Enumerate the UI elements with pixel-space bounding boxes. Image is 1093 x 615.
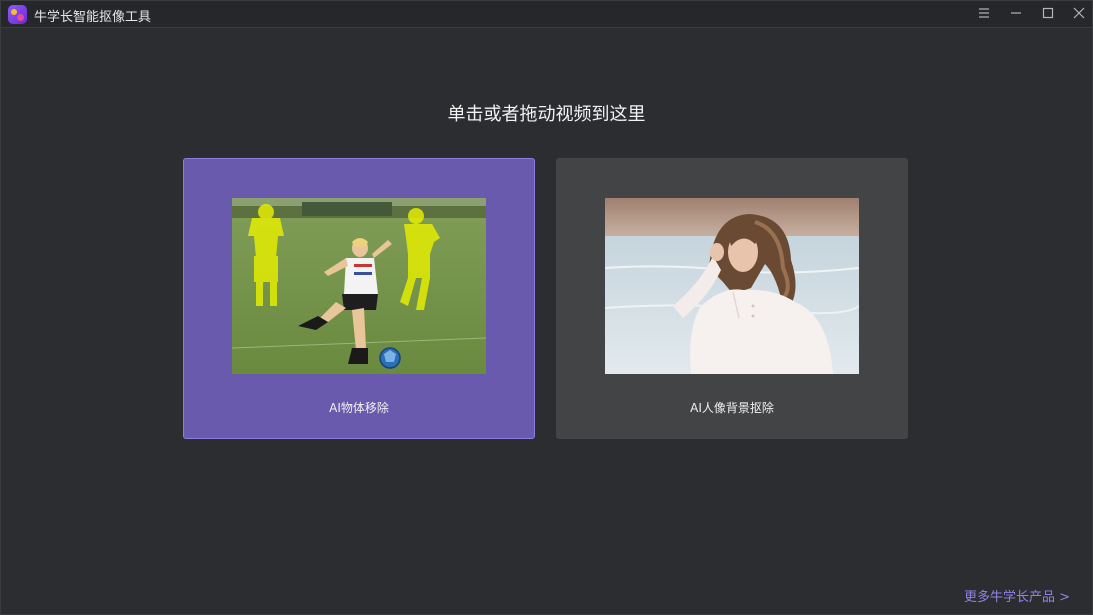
app-logo-icon [8, 5, 27, 24]
card-ai-object-removal[interactable]: AI物体移除 [183, 158, 535, 439]
portrait-preview-image [605, 198, 859, 374]
app-window: 牛学长智能抠像工具 单击或者拖动视频到这里 AI物体移除 AI人像背景抠除 更多… [0, 0, 1093, 615]
minimize-icon [1011, 12, 1021, 14]
close-icon [1073, 7, 1085, 19]
card-ai-portrait-background-removal[interactable]: AI人像背景抠除 [556, 158, 908, 439]
soccer-preview-image [232, 198, 486, 374]
app-title: 牛学长智能抠像工具 [34, 10, 152, 25]
maximize-icon [1042, 7, 1054, 19]
card-label-object-removal: AI物体移除 [329, 401, 389, 415]
more-products-link[interactable]: 更多牛学长产品 > [964, 586, 1070, 605]
menu-button[interactable] [969, 1, 999, 27]
menu-icon [979, 8, 989, 18]
card-label-portrait-removal: AI人像背景抠除 [690, 401, 774, 415]
minimize-button[interactable] [1001, 1, 1031, 27]
drop-zone-prompt[interactable]: 单击或者拖动视频到这里 [1, 100, 1092, 126]
title-bar: 牛学长智能抠像工具 [1, 1, 1092, 28]
maximize-button[interactable] [1033, 1, 1063, 27]
close-button[interactable] [1064, 1, 1093, 27]
